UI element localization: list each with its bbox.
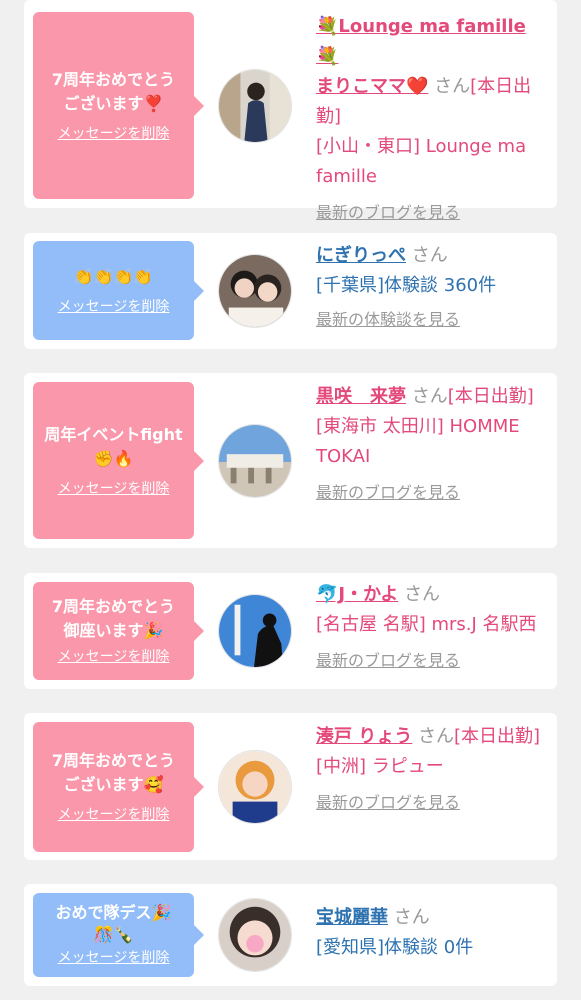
message-bubble: おめで隊デス🎉 🎊🍾 メッセージを削除 (33, 893, 204, 977)
delete-message-link[interactable]: メッセージを削除 (58, 297, 170, 317)
delete-message-link[interactable]: メッセージを削除 (58, 805, 170, 825)
user-name-link[interactable]: 宝城麗華 (316, 907, 388, 928)
avatar[interactable] (218, 254, 292, 328)
user-info: 湊戸 りょう さん[本日出勤] [中洲] ラピュー 最新のブログを見る (316, 722, 548, 818)
message-text: 7周年おめでとう ございます❣️ (51, 69, 176, 113)
location-text: [名古屋 名駅] mrs.J 名駅西 (316, 614, 537, 635)
avatar[interactable] (218, 594, 292, 668)
message-card: 👏👏👏👏 メッセージを削除 にぎりっぺ さん [千葉県]体験談 360件 最新の… (24, 233, 557, 349)
message-bubble: 7周年おめでとう 御座います🎉 メッセージを削除 (33, 582, 204, 680)
message-bubble: 周年イベントfight ✊🔥 メッセージを削除 (33, 382, 204, 539)
message-bubble: 👏👏👏👏 メッセージを削除 (33, 241, 204, 340)
message-card: 7周年おめでとう 御座います🎉 メッセージを削除 🐬J・かよ さん [名古屋 名… (24, 573, 557, 689)
honorific: さん (403, 584, 440, 605)
user-info: 🐬J・かよ さん [名古屋 名駅] mrs.J 名駅西 最新のブログを見る (316, 580, 548, 676)
user-name-link[interactable]: 🐬J・かよ (316, 584, 398, 605)
message-card: 周年イベントfight ✊🔥 メッセージを削除 黒咲 来夢 さん[本日出勤] [… (24, 373, 557, 548)
location-text: [中洲] ラピュー (316, 756, 444, 777)
avatar[interactable] (218, 898, 292, 972)
status-text: [本日出勤] (447, 386, 534, 407)
delete-message-link[interactable]: メッセージを削除 (58, 479, 170, 499)
honorific: さん (393, 907, 430, 928)
latest-blog-link[interactable]: 最新のブログを見る (316, 202, 460, 224)
message-card: 7周年おめでとう ございます🥰 メッセージを削除 湊戸 りょう さん[本日出勤]… (24, 713, 557, 860)
message-card: 7周年おめでとう ございます❣️ メッセージを削除 💐Lounge ma fam… (24, 0, 557, 222)
avatar-photo (219, 255, 291, 327)
honorific: さん (411, 386, 448, 407)
message-text: 7周年おめでとう 御座います🎉 (51, 597, 176, 640)
avatar[interactable] (218, 750, 292, 824)
honorific: さん (411, 245, 448, 266)
message-feed: 7周年おめでとう ございます❣️ メッセージを削除 💐Lounge ma fam… (0, 0, 581, 1000)
delete-message-link[interactable]: メッセージを削除 (58, 124, 170, 144)
honorific: さん (418, 726, 455, 747)
latest-blog-link[interactable]: 最新のブログを見る (316, 650, 460, 672)
user-info: 💐Lounge ma famille💐 まりこママ❤️ さん[本日出勤] [小山… (316, 12, 548, 228)
avatar-photo (219, 595, 291, 667)
avatar[interactable] (218, 424, 292, 498)
avatar[interactable] (218, 69, 292, 143)
delete-message-link[interactable]: メッセージを削除 (58, 948, 170, 968)
latest-blog-link[interactable]: 最新のブログを見る (316, 482, 460, 504)
message-card: おめで隊デス🎉 🎊🍾 メッセージを削除 宝城麗華 さん [愛知県]体験談 0件 (24, 884, 557, 986)
message-text: 7周年おめでとう ございます🥰 (51, 751, 176, 794)
user-info: 宝城麗華 さん [愛知県]体験談 0件 (316, 903, 548, 963)
location-text: [東海市 太田川] HOMME TOKAI (316, 416, 520, 467)
avatar-photo (219, 70, 291, 142)
latest-review-link[interactable]: 最新の体験談を見る (316, 309, 460, 331)
message-text: 👏👏👏👏 (73, 266, 154, 286)
user-info: 黒咲 来夢 さん[本日出勤] [東海市 太田川] HOMME TOKAI 最新の… (316, 382, 548, 508)
avatar-photo (219, 899, 291, 971)
latest-blog-link[interactable]: 最新のブログを見る (316, 792, 460, 814)
user-name-link[interactable]: 湊戸 りょう (316, 726, 412, 747)
location-text: [千葉県]体験談 360件 (316, 275, 497, 296)
avatar-photo (219, 751, 291, 823)
delete-message-link[interactable]: メッセージを削除 (58, 647, 170, 667)
user-name-link[interactable]: にぎりっぺ (316, 245, 406, 266)
message-bubble: 7周年おめでとう ございます❣️ メッセージを削除 (33, 12, 204, 199)
user-info: にぎりっぺ さん [千葉県]体験談 360件 最新の体験談を見る (316, 241, 548, 335)
honorific: さん (434, 76, 471, 97)
user-name-link[interactable]: 黒咲 来夢 (316, 386, 406, 407)
location-text: [小山・東口] Lounge ma famille (316, 136, 527, 187)
location-text: [愛知県]体験談 0件 (316, 937, 474, 958)
avatar-photo (219, 425, 291, 497)
status-text: [本日出勤] (454, 726, 541, 747)
message-text: おめで隊デス🎉 🎊🍾 (55, 903, 172, 944)
message-bubble: 7周年おめでとう ございます🥰 メッセージを削除 (33, 722, 204, 852)
message-text: 周年イベントfight ✊🔥 (44, 424, 183, 468)
